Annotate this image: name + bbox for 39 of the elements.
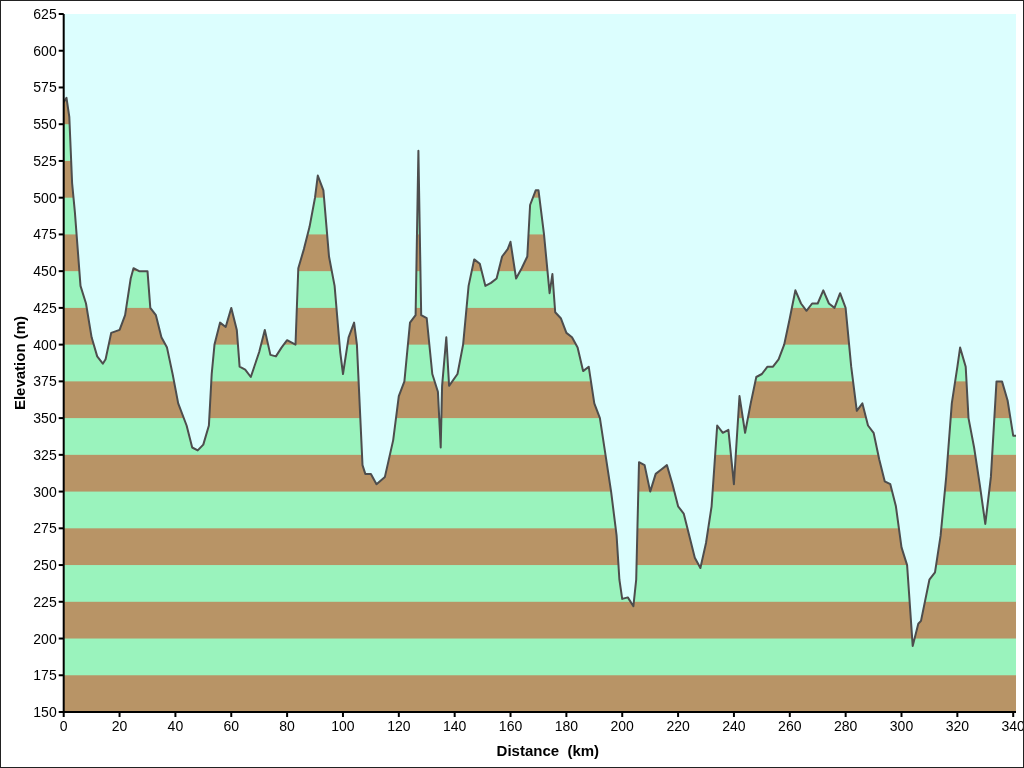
tick-label: 80 bbox=[279, 718, 295, 734]
tick-label: 525 bbox=[33, 152, 57, 169]
tick-label: 325 bbox=[33, 446, 57, 463]
tick-label: 20 bbox=[111, 718, 128, 734]
tick-label: 400 bbox=[33, 336, 57, 353]
tick-label: 300 bbox=[33, 483, 57, 500]
tick-label: 120 bbox=[387, 718, 411, 734]
axis-title: Distance (km) bbox=[496, 742, 600, 759]
tick-label: 375 bbox=[33, 373, 57, 390]
tick-label: 100 bbox=[331, 718, 355, 734]
tick-label: 200 bbox=[610, 718, 634, 734]
tick-label: 550 bbox=[33, 116, 57, 133]
tick-label: 180 bbox=[554, 718, 579, 734]
tick-label: 250 bbox=[33, 557, 57, 574]
tick-label: 425 bbox=[33, 299, 57, 316]
tick-label: 600 bbox=[33, 42, 57, 59]
tick-label: 220 bbox=[666, 718, 690, 734]
tick-label: 575 bbox=[33, 79, 57, 96]
tick-label: 275 bbox=[33, 520, 57, 537]
tick-label: 260 bbox=[778, 718, 802, 734]
tick-label: 200 bbox=[33, 630, 57, 647]
tick-label: 40 bbox=[167, 718, 184, 734]
tick-label: 280 bbox=[833, 718, 858, 734]
tick-label: 450 bbox=[33, 263, 57, 280]
tick-label: 320 bbox=[945, 718, 970, 734]
axis-title: Elevation (m) bbox=[11, 315, 28, 411]
tick-label: 160 bbox=[498, 718, 523, 734]
tick-label: 300 bbox=[889, 718, 914, 734]
tick-label: 625 bbox=[33, 6, 57, 22]
tick-label: 175 bbox=[33, 667, 57, 684]
tick-label: 240 bbox=[722, 718, 746, 734]
tick-label: 150 bbox=[33, 704, 57, 720]
tick-label: 0 bbox=[59, 718, 68, 734]
tick-label: 225 bbox=[33, 593, 57, 610]
tick-label: 140 bbox=[443, 718, 467, 734]
tick-label: 500 bbox=[33, 189, 57, 206]
tick-label: 350 bbox=[33, 410, 57, 427]
tick-label: 475 bbox=[33, 226, 57, 243]
tick-label: 60 bbox=[223, 718, 240, 734]
